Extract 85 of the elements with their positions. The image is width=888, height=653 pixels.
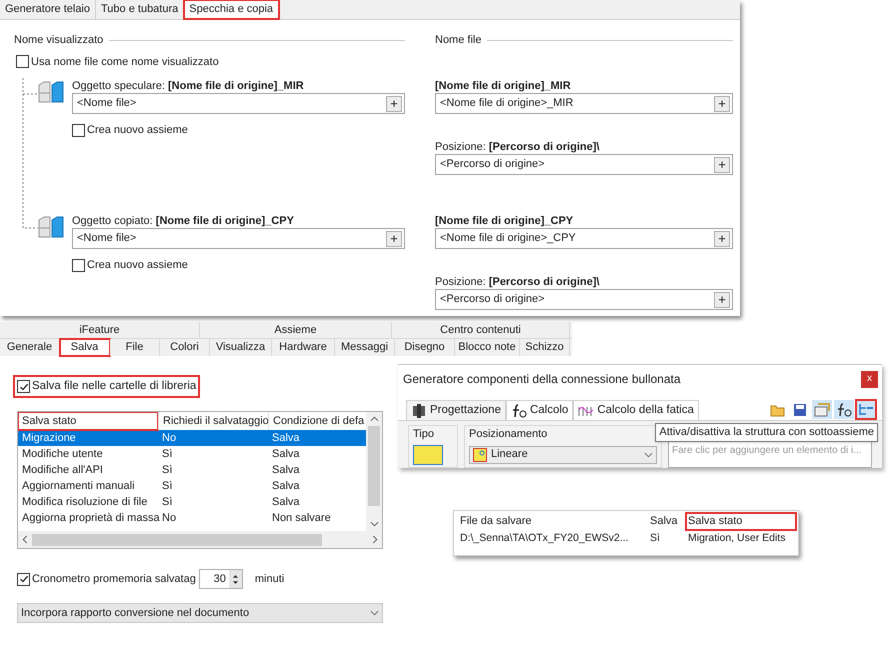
horizontal-scrollbar[interactable] [18,531,382,548]
table-cell-text: No [161,431,178,446]
scroll-down-icon[interactable] [370,521,378,528]
chevron-down-icon [644,452,653,458]
checkbox-label: Usa nome file come nome visualizzato [31,54,219,70]
checkbox-label: Cronometro promemoria salvatag [32,572,196,587]
vertical-scrollbar[interactable] [366,412,382,532]
checkbox[interactable] [17,380,30,394]
chevron-down-icon [370,610,379,616]
table-row[interactable]: Aggiornamenti manuali Sì Salva [18,478,366,494]
table-row[interactable]: Migrazione No Salva [18,430,366,446]
checkbox[interactable] [72,258,85,272]
table-cell-text: Sì [161,463,174,478]
tooltip: Attiva/disattiva la struttura con sottoassieme [655,423,878,442]
table-cell-text: Salva [271,431,301,446]
folder-icon [770,402,786,416]
scroll-up-icon[interactable] [370,416,378,422]
field-label: Posizione: [Percorso di origine]\ [435,140,600,154]
placement-dropdown[interactable]: Lineare [469,446,657,464]
section-heading: Nome file [435,33,482,48]
toolbar-button[interactable] [834,400,854,419]
window-title: Generatore componenti della connessione bullonata [403,371,682,388]
table-row[interactable]: Modifiche utente Sì Salva [18,446,366,462]
function-icon [510,404,527,418]
table-cell-text: Salva [271,447,301,462]
tab[interactable]: Progettazione [406,400,506,420]
column-header[interactable]: File da salvare [458,513,648,530]
tab[interactable]: File [110,339,160,356]
checkbox[interactable] [17,572,30,586]
table-cell-text: D:\_Senna\TA\OTx_FY20_EWSv2... [459,530,630,546]
field-label: Oggetto speculare: [Nome file di origine]_MIR [72,79,305,93]
section-heading: Nome visualizzato [14,33,104,48]
table-cell-text: Salva [271,479,301,494]
conversion-dropdown[interactable]: Incorpora rapporto conversione nel documento [17,603,383,624]
table-row[interactable]: Modifiche all'API Sì Salva [18,462,366,478]
column-header[interactable]: Salva stato [18,412,158,430]
tree-structure-icon [858,402,874,416]
scroll-left-icon[interactable] [22,535,28,544]
checkbox-row[interactable]: Salva file nelle cartelle di libreria [14,376,200,398]
properties-icon [814,402,830,416]
spin-field[interactable]: 30 [198,569,243,590]
field-label: [Nome file di origine]_CPY [435,214,574,228]
table-cell-text: Migration, User Edits [687,530,786,546]
field-label: [Nome file di origine]_MIR [435,79,572,93]
unit-label: minuti [254,572,284,587]
field-label: Posizione: [Percorso di origine]\ [435,275,600,289]
table-cell-text: Sì [161,447,174,462]
tab[interactable]: Calcolo [506,400,574,420]
table-row[interactable]: Modifica risoluzione di file Sì Salva [18,494,366,510]
table-cell-text: Salva [271,495,301,510]
checkbox[interactable] [16,55,29,68]
type-thumbnail[interactable] [413,444,443,464]
scroll-right-icon[interactable] [372,535,378,544]
table-cell-text: Modifiche utente [21,447,104,462]
table-cell-text: Aggiornamenti manuali [21,479,136,494]
bolt-connection-icon [411,404,427,418]
table-cell-text: Sì [161,479,174,494]
spin-arrows-icon[interactable] [232,572,239,586]
tab[interactable]: Salva [60,339,110,356]
group-label: Tipo [413,428,434,440]
table-cell-text: Modifica risoluzione di file [21,495,148,510]
cube-pair-icon [38,81,64,103]
checkbox[interactable] [72,124,85,137]
table-cell-text: Modifiche all'API [21,463,104,478]
function-icon [836,402,852,416]
field-label: Oggetto copiato: [Nome file di origine]_CPY [72,214,295,228]
table-cell-text: Sì [161,495,174,510]
tab[interactable]: Specchia e copia [184,0,280,19]
checkbox-label: Crea nuovo assieme [87,258,188,273]
table-cell-text: Sì [649,530,661,546]
tab[interactable]: Calcolo della fatica [573,400,699,420]
linear-placement-icon [473,448,487,462]
group-label: Posizionamento [469,428,548,440]
column-header[interactable]: Salva [648,513,686,530]
cube-pair-icon [38,216,64,238]
table-cell-text: Salva [271,463,301,478]
table-row[interactable]: Aggiorna proprietà di massa No Non salvare [18,510,366,526]
close-button[interactable]: x [861,370,878,388]
table-cell-text: Aggiorna proprietà di massa [21,511,158,526]
table-cell-text: Migrazione [21,431,77,446]
column-header[interactable]: Salva stato [686,513,796,530]
table-cell-text: No [161,511,178,526]
checkbox-label: Crea nuovo assieme [87,123,188,138]
checkbox-label: Salva file nelle cartelle di libreria [32,379,196,394]
table-cell-text: Non salvare [271,511,332,526]
